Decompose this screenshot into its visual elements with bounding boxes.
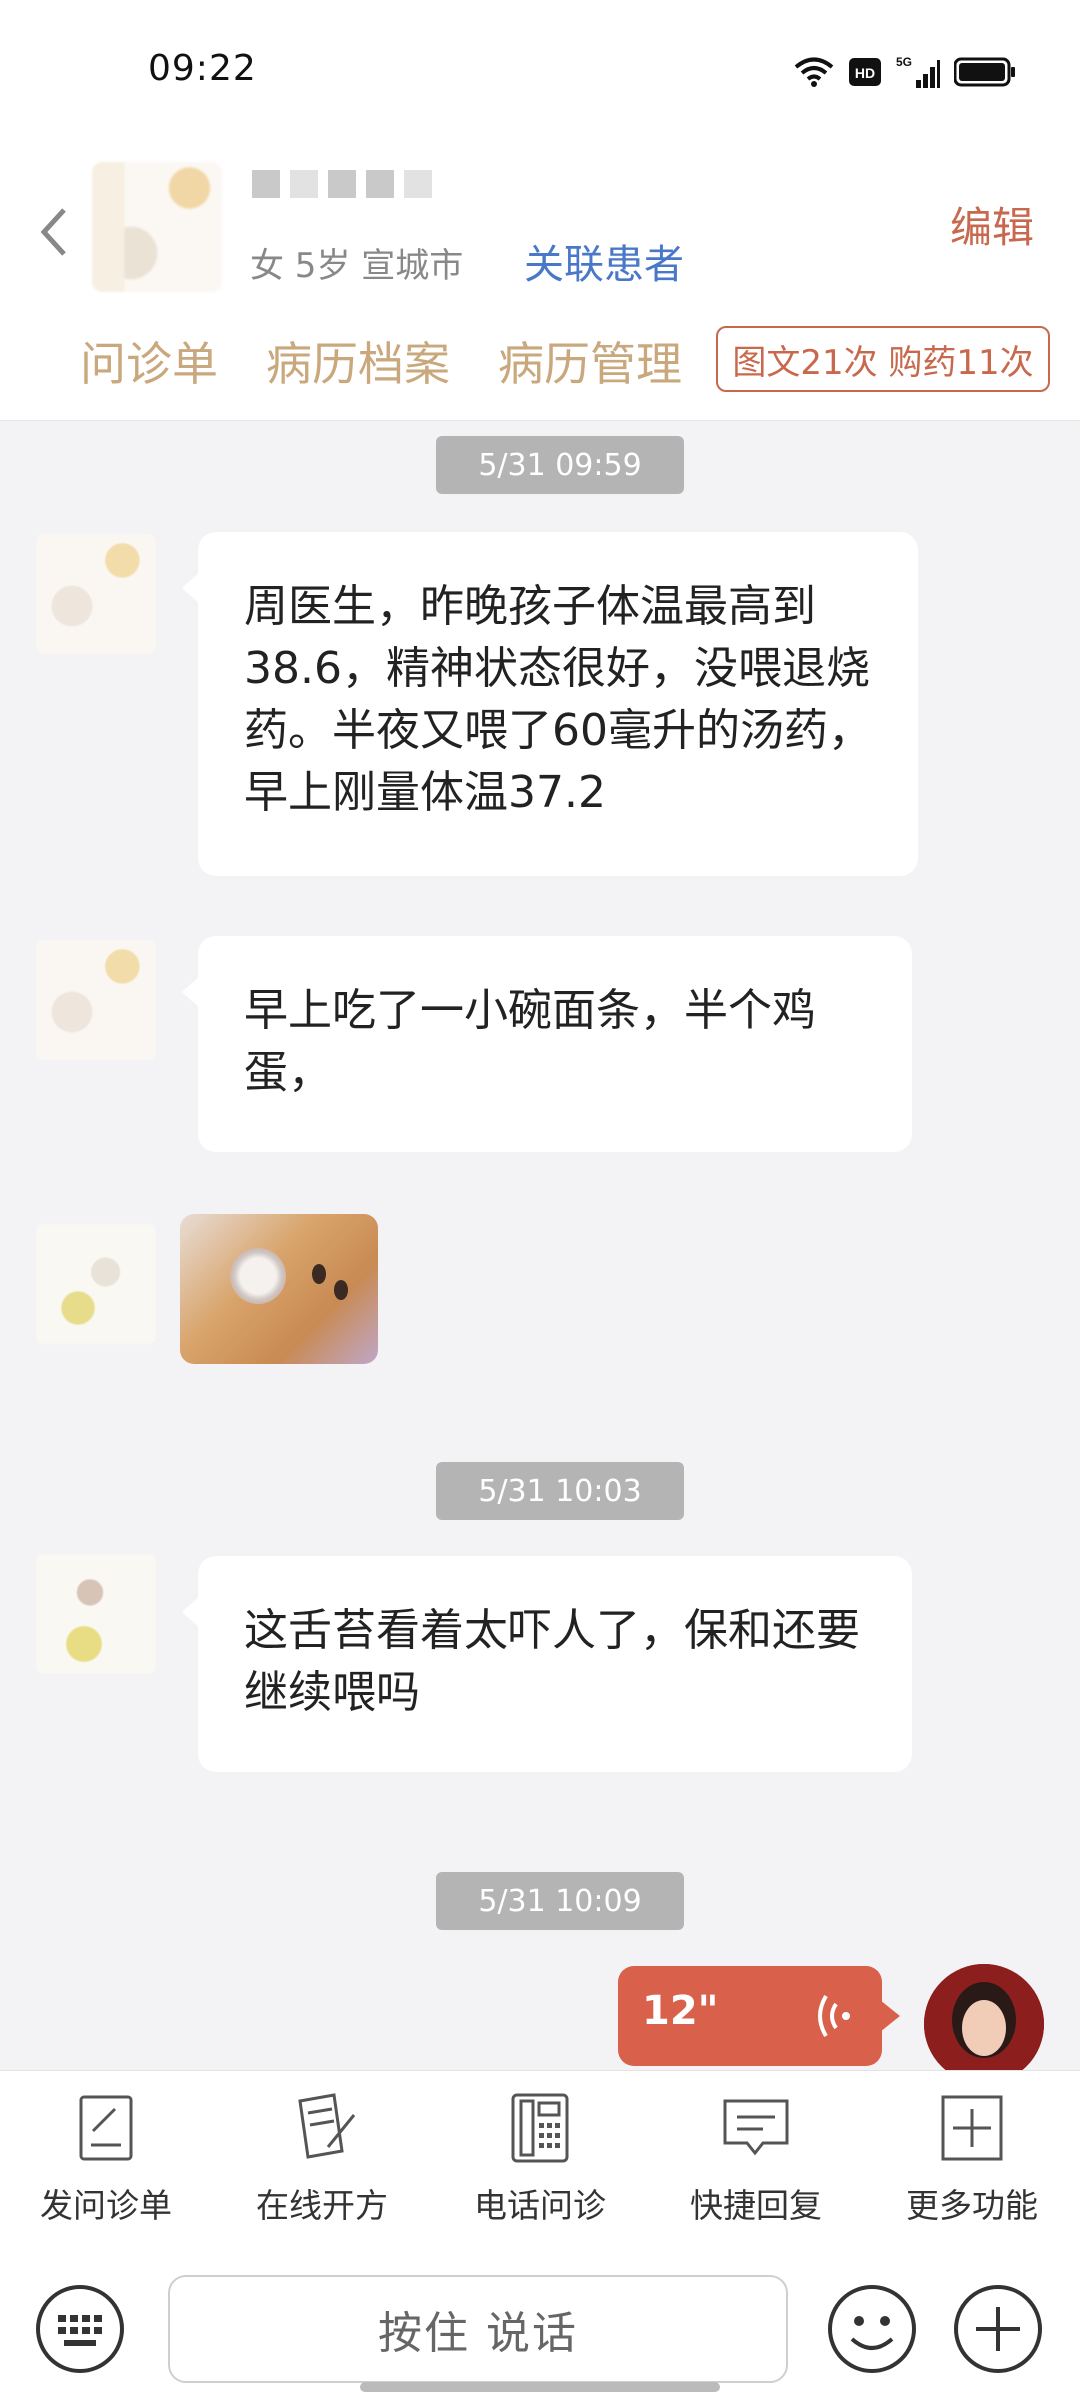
input-bar: 按住 说话: [0, 2253, 1080, 2400]
hd-icon: HD: [849, 58, 881, 86]
timestamp-chip: 5/31 10:03: [436, 1462, 684, 1520]
phone-icon: [511, 2093, 569, 2163]
message-bubble[interactable]: 这舌苔看着太吓人了，保和还要继续喂吗: [182, 1556, 912, 1772]
status-bar: 09:22 HD 5G: [0, 0, 1080, 140]
patient-message-avatar[interactable]: [36, 1224, 156, 1344]
wifi-icon: [794, 57, 834, 87]
consult-count-badge[interactable]: 图文21次 购药11次: [716, 326, 1050, 392]
message-bubble[interactable]: 早上吃了一小碗面条，半个鸡蛋，: [182, 936, 912, 1152]
patient-message-avatar[interactable]: [36, 940, 156, 1060]
home-indicator[interactable]: [360, 2382, 720, 2392]
status-icons: HD 5G: [794, 52, 1016, 92]
send-consult-form-button[interactable]: 发问诊单: [6, 2091, 206, 2227]
online-prescription-button[interactable]: 在线开方: [222, 2091, 422, 2227]
doctor-avatar[interactable]: [924, 1964, 1044, 2084]
emoji-icon[interactable]: [826, 2283, 918, 2375]
battery-icon: [954, 57, 1015, 87]
signal-icon: 5G: [896, 55, 940, 88]
patient-header: 女 5岁 宣城市 关联患者 编辑 问诊单 病历档案 病历管理 图文21次 购药1…: [0, 140, 1080, 421]
patient-message-avatar[interactable]: [36, 1554, 156, 1674]
patient-name-blurred: [252, 170, 432, 198]
tab-record-management[interactable]: 病历管理: [498, 328, 682, 394]
tongue-image: [230, 1248, 286, 1304]
patient-avatar[interactable]: [92, 162, 222, 292]
more-functions-button[interactable]: 更多功能: [872, 2091, 1072, 2227]
timestamp-chip: 5/31 10:09: [436, 1872, 684, 1930]
link-patient-button[interactable]: 关联患者: [524, 232, 684, 290]
toolbar-label: 在线开方: [256, 2186, 388, 2225]
keyboard-icon[interactable]: [34, 2283, 126, 2375]
svg-text:HD: HD: [855, 65, 875, 81]
chat-bubble-icon: [723, 2099, 789, 2156]
status-time: 09:22: [148, 48, 257, 89]
hold-to-talk-button[interactable]: 按住 说话: [168, 2275, 788, 2383]
plus-icon[interactable]: [952, 2283, 1044, 2375]
quick-reply-button[interactable]: 快捷回复: [656, 2091, 856, 2227]
voice-message-bubble[interactable]: 12": [618, 1966, 900, 2066]
phone-consult-button[interactable]: 电话问诊: [440, 2091, 640, 2227]
message-bubble[interactable]: 周医生，昨晚孩子体温最高到38.6，精神状态很好，没喂退烧药。半夜又喂了60毫升…: [182, 532, 918, 876]
plus-square-icon: [941, 2095, 1003, 2161]
prescription-icon: [298, 2093, 356, 2159]
back-arrow-icon[interactable]: [34, 202, 74, 262]
voice-duration: 12": [642, 1988, 719, 2034]
record-tabs: 问诊单 病历档案 病历管理: [80, 328, 682, 394]
svg-text:5G: 5G: [896, 55, 912, 69]
voice-wave-icon: [818, 1994, 850, 2038]
timestamp-chip: 5/31 09:59: [436, 436, 684, 494]
toolbar-label: 发问诊单: [40, 2186, 172, 2225]
toolbar-label: 快捷回复: [690, 2186, 822, 2225]
tongue-photo-message[interactable]: [180, 1214, 378, 1364]
toolbar-label: 更多功能: [906, 2186, 1038, 2225]
tab-medical-records[interactable]: 病历档案: [266, 328, 450, 394]
toolbar-label: 电话问诊: [474, 2186, 606, 2225]
form-edit-icon: [79, 2095, 133, 2161]
edit-button[interactable]: 编辑: [950, 194, 1034, 255]
patient-info: 女 5岁 宣城市: [250, 246, 464, 286]
patient-message-avatar[interactable]: [36, 534, 156, 654]
tab-consultation-form[interactable]: 问诊单: [80, 328, 218, 394]
function-toolbar: 发问诊单 在线开方 电话问诊 快捷回复 更多功能: [0, 2070, 1080, 2254]
